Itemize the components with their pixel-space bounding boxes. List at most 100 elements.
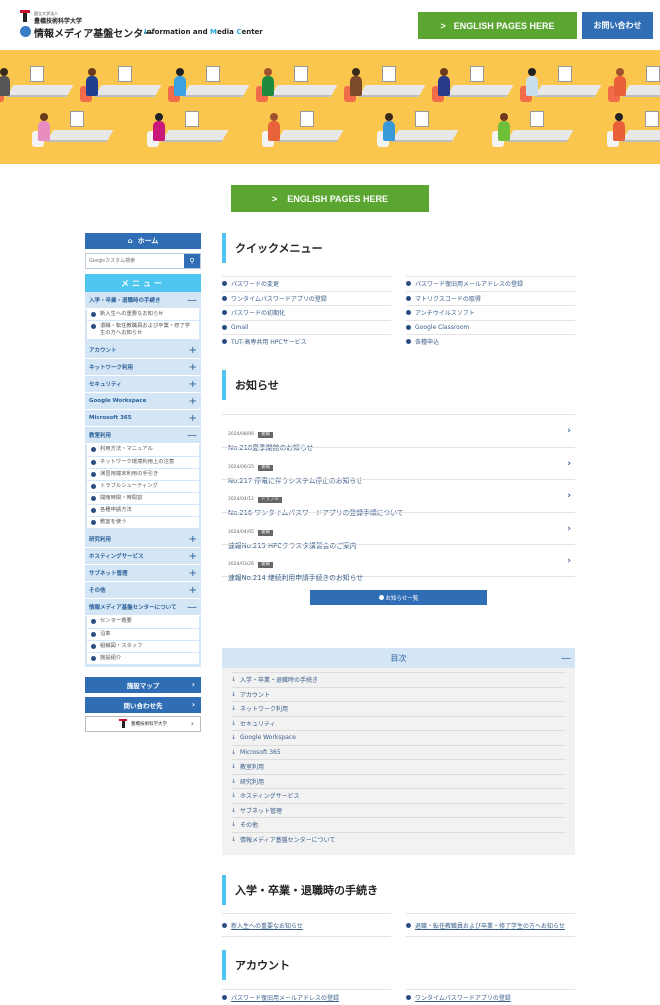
expand-icon[interactable]: +: [189, 345, 197, 356]
quick-menu-link[interactable]: マトリクスコードの取得: [406, 290, 575, 305]
expand-icon[interactable]: +: [189, 379, 197, 390]
menu-subitem-label: 施設紹介: [100, 654, 122, 661]
desk-shape: [621, 130, 660, 142]
section-link[interactable]: パスワード復旧用メールアドレスの登録: [222, 989, 391, 1005]
menu-category[interactable]: 研究利用 +: [85, 531, 201, 549]
menu-subitem[interactable]: 退職・転任教職員および卒業・修了学生の方へお知らせ: [87, 321, 199, 341]
site-logo[interactable]: 国立大学法人 豊橋技術科学大学 情報メディア基盤センター Information…: [20, 10, 263, 40]
contact-button[interactable]: お問い合わせ: [582, 12, 653, 39]
expand-icon[interactable]: +: [189, 534, 197, 545]
collapse-icon[interactable]: —: [187, 602, 197, 613]
collapse-icon[interactable]: —: [187, 430, 197, 441]
menu-subitem-label: センター概要: [100, 618, 132, 625]
circle-arrow-icon: [91, 312, 96, 317]
news-item[interactable]: 2024/04/05 速報 速報No.215 HPCクラスタ講習会のご案内 ›: [222, 511, 575, 550]
menu-subitem[interactable]: 演習用端末利用の手引き: [87, 468, 199, 481]
menu-subitem[interactable]: 各種申請方法: [87, 505, 199, 518]
toc-item[interactable]: ↓ ネットワーク利用: [231, 701, 566, 716]
circle-arrow-icon: [91, 471, 96, 477]
menu-subitem[interactable]: トラブルシューティング: [87, 480, 199, 493]
monitor-shape: [470, 66, 484, 82]
menu-category[interactable]: セキュリティ +: [85, 376, 201, 394]
news-item[interactable]: 2024/03/26 速報 速報No.214 継続利用申請手続きのお知らせ ›: [222, 544, 575, 582]
menu-subitem-label: 開館時間・時間割: [100, 494, 143, 501]
contact-info-button[interactable]: 問い合わせ先 ›: [85, 696, 201, 713]
toc-item[interactable]: ↓ 教室利用: [231, 759, 566, 774]
circle-arrow-icon: [222, 995, 227, 1000]
arrow-down-icon: ↓: [231, 734, 237, 742]
toc-item[interactable]: ↓ ホスティングサービス: [231, 788, 566, 803]
toc-list: ↓ 入学・卒業・退職時の手続き ↓ アカウント ↓ ネットワーク利用 ↓ セキュリティ ↓ Goo…: [222, 668, 575, 846]
section-link[interactable]: 退職・転任教職員および卒業・修了学生の方へお知らせ: [406, 913, 575, 937]
menu-category[interactable]: サブネット管理 +: [85, 565, 201, 583]
menu-category[interactable]: その他 +: [85, 582, 201, 600]
head-shape: [176, 68, 184, 76]
toc-item[interactable]: ↓ セキュリティ: [231, 715, 566, 731]
toc-item[interactable]: ↓ Google Workspace: [231, 730, 566, 745]
quick-menu-link[interactable]: パスワードの変更: [222, 276, 391, 290]
menu-subitem[interactable]: センター概要: [87, 616, 199, 629]
toc-item[interactable]: ↓ 入学・卒業・退職時の手続き: [231, 672, 566, 687]
menu-category[interactable]: Microsoft 365 +: [85, 410, 201, 428]
chevron-right-icon: ›: [567, 458, 571, 469]
circle-arrow-icon: [406, 339, 411, 344]
expand-icon[interactable]: +: [189, 585, 197, 596]
search-button[interactable]: ⚲: [184, 254, 200, 268]
toc-item[interactable]: ↓ 研究利用: [231, 773, 566, 789]
toc-item[interactable]: ↓ 情報メディア基盤センターについて: [231, 831, 566, 847]
collapse-icon[interactable]: —: [561, 653, 571, 664]
toc-header[interactable]: 目次 —: [222, 648, 575, 668]
collapse-icon[interactable]: —: [187, 295, 197, 306]
section-link[interactable]: ワンタイムパスワードアプリの登録: [406, 989, 575, 1005]
circle-arrow-icon: [406, 281, 411, 286]
menu-subitem[interactable]: 新入生への重要なお知らせ: [87, 309, 199, 322]
expand-icon[interactable]: +: [189, 551, 197, 562]
menu-category[interactable]: 教室利用 —: [85, 427, 201, 445]
monitor-shape: [646, 66, 660, 82]
menu-subitem[interactable]: 教室を使う: [87, 517, 199, 530]
menu-subitem[interactable]: 沿革: [87, 628, 199, 641]
quick-menu-link[interactable]: Gmail: [222, 319, 391, 334]
menu-category[interactable]: アカウント +: [85, 342, 201, 360]
english-pages-button[interactable]: > ENGLISH PAGES HERE: [418, 12, 577, 39]
toc-item[interactable]: ↓ その他: [231, 817, 566, 832]
news-item[interactable]: 2024/06/25 速報 No.217 停電に伴うシステム停止のお知らせ ›: [222, 446, 575, 485]
news-item[interactable]: 2024/04/12 トラブル No.216 ワンタイムパスワードアプリの登録手順に…: [222, 479, 575, 517]
section-link[interactable]: 新入生への重要なお知らせ: [222, 913, 391, 937]
quick-menu-link[interactable]: TUT-高専共用 HPCサービス: [222, 334, 391, 348]
all-news-button[interactable]: お知らせ一覧: [310, 590, 487, 605]
expand-icon[interactable]: +: [189, 413, 197, 424]
menu-category[interactable]: 入学・卒業・退職時の手続き —: [85, 292, 201, 309]
site-header: 国立大学法人 豊橋技術科学大学 情報メディア基盤センター Information…: [0, 0, 660, 50]
expand-icon[interactable]: +: [189, 568, 197, 579]
menu-category[interactable]: ホスティングサービス +: [85, 548, 201, 566]
university-banner-link[interactable]: 豊橋技術科学大学 ›: [85, 715, 201, 732]
menu-category[interactable]: ネットワーク利用 +: [85, 359, 201, 377]
news-item[interactable]: 2024/08/06 速報 No.218夏季閉館のお知らせ ›: [222, 414, 575, 452]
quick-menu-link[interactable]: パスワードの初期化: [222, 305, 391, 319]
menu-subitem[interactable]: 利用方法・マニュアル: [87, 444, 199, 457]
expand-icon[interactable]: +: [189, 362, 197, 373]
quick-menu-link[interactable]: Google Classroom: [406, 319, 575, 334]
menu-subitem[interactable]: 組織図・スタッフ: [87, 640, 199, 653]
quick-menu-link[interactable]: ワンタイムパスワードアプリの登録: [222, 290, 391, 305]
toc-item[interactable]: ↓ アカウント: [231, 686, 566, 702]
quick-menu-link[interactable]: パスワード復旧用メールアドレスの登録: [406, 276, 575, 290]
menu-subitem[interactable]: ネットワーク環境利用上の注意: [87, 456, 199, 469]
search-input[interactable]: [86, 254, 184, 268]
monitor-shape: [558, 66, 572, 82]
menu-subitem[interactable]: 施設紹介: [87, 652, 199, 665]
menu-subitem[interactable]: 開館時間・時間割: [87, 492, 199, 506]
facility-map-button[interactable]: 施設マップ ›: [85, 676, 201, 693]
quick-menu-link[interactable]: 各種申込: [406, 334, 575, 348]
menu-category[interactable]: 情報メディア基盤センターについて —: [85, 599, 201, 617]
expand-icon[interactable]: +: [189, 396, 197, 407]
arrow-down-icon: ↓: [231, 719, 237, 727]
quick-menu-link[interactable]: アンチウイルスソフト: [406, 305, 575, 319]
english-pages-button-center[interactable]: > ENGLISH PAGES HERE: [231, 185, 429, 212]
toc-item[interactable]: ↓ Microsoft 365: [231, 744, 566, 760]
menu-category[interactable]: Google Workspace +: [85, 393, 201, 411]
home-button[interactable]: ⌂ ホーム: [85, 233, 201, 249]
section-heading-account: アカウント: [222, 950, 290, 980]
toc-item[interactable]: ↓ サブネット管理: [231, 802, 566, 818]
